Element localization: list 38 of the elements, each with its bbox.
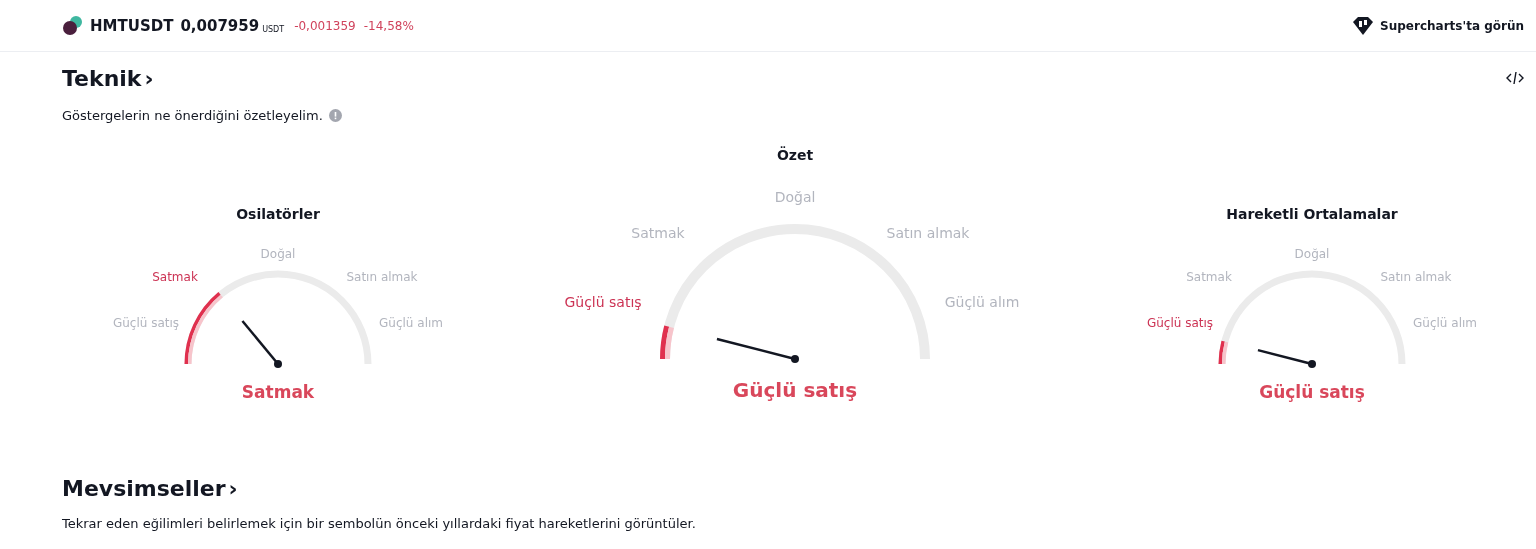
section-heading-link[interactable]: Mevsimseller› bbox=[62, 476, 238, 510]
supercharts-link[interactable]: Supercharts'ta görün bbox=[1352, 15, 1524, 36]
currency: USDT bbox=[262, 24, 285, 34]
gauge-label: Doğal bbox=[774, 189, 816, 205]
gauge-title: Özet bbox=[776, 147, 814, 163]
gauge-label: Güçlü satış bbox=[564, 294, 642, 310]
gauge-result: Güçlü satış bbox=[732, 378, 858, 402]
gauge-title: Osilatörler bbox=[236, 206, 320, 222]
gauge-title: Hareketli Ortalamalar bbox=[1226, 206, 1398, 222]
gauge-label: Satmak bbox=[631, 225, 685, 241]
gauge-label: Güçlü satış bbox=[1146, 316, 1214, 330]
gauge-label: Satın almak bbox=[346, 270, 418, 284]
gauge-result: Satmak bbox=[241, 382, 315, 402]
symbol-name: HMTUSDT bbox=[90, 16, 174, 35]
gauge-label: Satın almak bbox=[1380, 270, 1452, 284]
gauge-fill bbox=[1218, 340, 1229, 365]
gauge-label: Satmak bbox=[152, 270, 198, 284]
section-description: Göstergelerin ne önerdiğini özetleyelim. bbox=[62, 107, 323, 123]
gauge-label: Güçlü alım bbox=[1413, 316, 1477, 330]
gauge-fill bbox=[660, 325, 674, 360]
price: 0,007959 bbox=[180, 16, 260, 35]
section-heading-link[interactable]: Teknik› bbox=[62, 65, 154, 91]
gauge-needle bbox=[241, 320, 282, 368]
gauge-result: Güçlü satış bbox=[1259, 382, 1365, 402]
percent-change: -14,58% bbox=[363, 18, 414, 33]
candlestick-badge-icon bbox=[1352, 15, 1375, 36]
coin-logo-icon bbox=[62, 15, 83, 36]
code-icon[interactable] bbox=[1506, 71, 1524, 85]
gauge-label: Güçlü alım bbox=[379, 316, 443, 330]
gauge-label: Satın almak bbox=[886, 225, 970, 241]
price-change: -0,001359 bbox=[294, 18, 356, 33]
gauge-label: Satmak bbox=[1186, 270, 1232, 284]
gauge-label: Doğal bbox=[260, 247, 296, 261]
gauge-label: Güçlü alım bbox=[944, 294, 1020, 310]
section-description: Tekrar eden eğilimleri belirlemek için bir sembolün önceki yıllardaki fiyat hareketlerini görüntüler. bbox=[62, 516, 697, 531]
gauge-label: Güçlü satış bbox=[112, 316, 180, 330]
gauge-label: Doğal bbox=[1294, 247, 1330, 261]
gauge-needle bbox=[1257, 348, 1316, 368]
